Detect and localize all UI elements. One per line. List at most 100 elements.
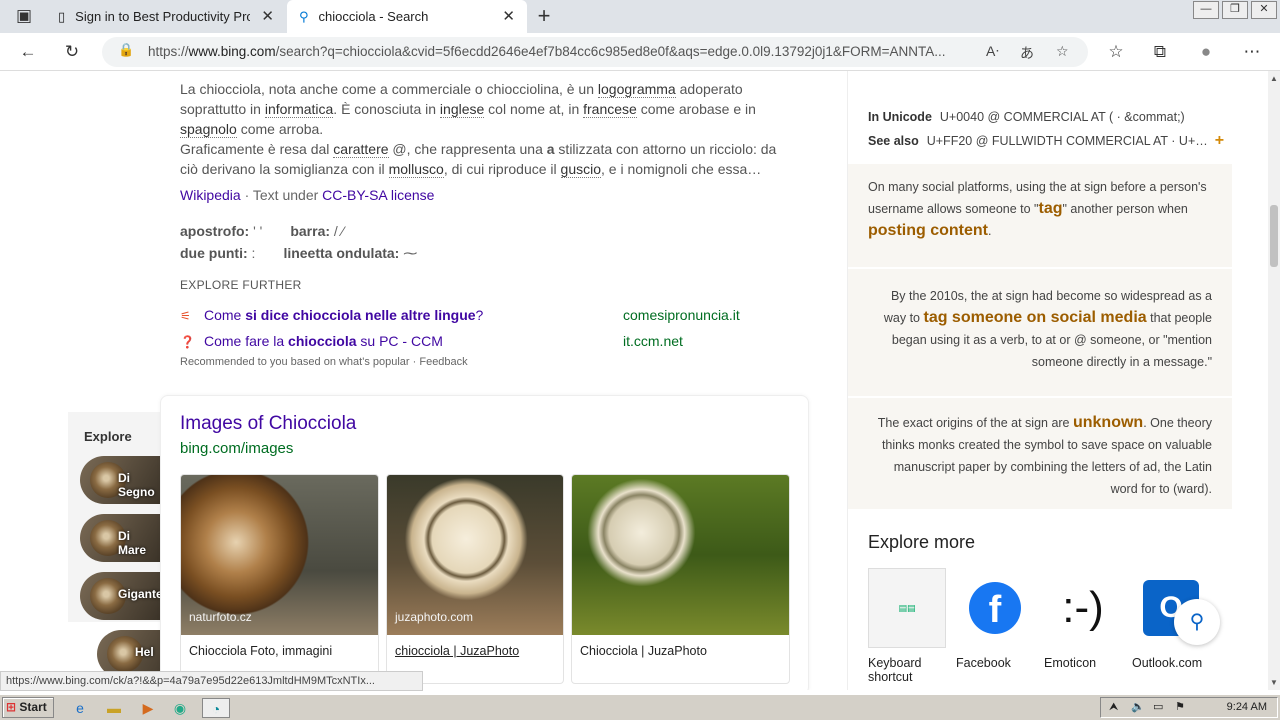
scroll-up-icon[interactable]: ▲ [1268,74,1280,83]
image-caption: Chiocciola Foto, immagini [189,644,333,658]
see-also-label: See also [868,134,919,148]
page-content: La chiocciola, nota anche come a commerc… [0,71,1268,690]
tab-bar: ▣ ▯ Sign in to Best Productivity Provi ✕… [0,0,1280,33]
close-window-icon[interactable]: ✕ [1251,1,1277,19]
link-logogramma[interactable]: logogramma [597,81,676,98]
tab-actions-icon[interactable]: ▣ [12,4,36,28]
fact-highlight[interactable]: unknown [1073,414,1143,431]
fact-card-1: On many social platforms, using the at s… [848,164,1232,268]
refresh-icon[interactable]: ↻ [60,40,84,64]
link-guscio[interactable]: guscio [560,161,601,178]
address-url[interactable]: https://www.bing.com/search?q=chiocciola… [148,44,978,59]
translate-icon[interactable]: あ [1020,43,1034,63]
link-inglese[interactable]: inglese [439,101,485,118]
explore-more-item[interactable]: f Facebook [956,568,1040,670]
wiki-source: Wikipedia · Text under CC-BY-SA license [180,187,435,203]
favorites-icon[interactable]: ☆ [1104,40,1128,64]
explore-item[interactable]: Gigante [80,572,160,620]
read-aloud-icon[interactable]: Aᐧ [986,43,999,60]
tab-sign-in[interactable]: ▯ Sign in to Best Productivity Provi ✕ [46,0,286,33]
explore-source-2[interactable]: it.ccm.net [623,333,683,349]
fact-label: lineetta ondulata: [283,245,400,261]
fact-label: apostrofo: [180,223,250,239]
explore-more-label: Keyboard shortcut [868,656,922,684]
images-source[interactable]: bing.com/images [180,440,293,457]
explore-item[interactable]: Di Segno [80,456,160,504]
explore-item-label: Hel [135,645,154,659]
more-menu-icon[interactable]: ⋯ [1240,40,1264,64]
chrome-icon[interactable]: ◉ [170,698,190,718]
fact-highlight[interactable]: tag someone on social media [923,309,1146,326]
clock: 9:24 AM [1226,701,1267,713]
help-icon: ❓ [180,335,195,349]
back-icon[interactable]: ← [16,40,40,64]
address-bar[interactable]: 🔒 https://www.bing.com/search?q=chioccio… [102,37,1088,67]
scroll-down-icon[interactable]: ▼ [1268,678,1280,687]
close-tab-icon[interactable]: ✕ [502,7,515,25]
images-title[interactable]: Images of Chiocciola [180,413,356,435]
tray-arrow-icon[interactable]: ⮝ [1109,698,1118,717]
keyboard-shortcut-thumbnail: ▤▤ [868,568,946,648]
fact-highlight[interactable]: posting content [868,222,988,239]
image-caption: Chiocciola | JuzaPhoto [580,644,707,658]
explore-item[interactable]: Di Mare [80,514,160,562]
close-tab-icon[interactable]: ✕ [261,7,274,25]
wikipedia-link[interactable]: Wikipedia [180,187,241,203]
wiki-paragraph-2: Graficamente è resa dal carattere @, che… [180,141,777,178]
link-a[interactable]: a [547,141,555,157]
images-card: Images of Chiocciola bing.com/images nat… [160,395,809,690]
image-result[interactable]: naturfoto.cz Chiocciola Foto, immagini [180,474,379,684]
expand-plus-icon[interactable]: + [1215,132,1224,149]
start-button[interactable]: ⊞ Start [2,697,54,718]
wiki-paragraph-1: La chiocciola, nota anche come a commerc… [180,81,756,138]
image-caption: chiocciola | JuzaPhoto [395,644,520,658]
license-link[interactable]: CC-BY-SA license [322,187,434,203]
image-result[interactable]: Chiocciola | JuzaPhoto [571,474,790,684]
explore-link-1[interactable]: ⚟ Come si dice chiocciola nelle altre lin… [180,307,483,323]
search-icon[interactable]: ⚲ [1174,599,1220,645]
maximize-icon[interactable]: ❐ [1222,1,1248,19]
facebook-icon: f [956,568,1034,648]
fact-highlight[interactable]: tag [1039,200,1063,217]
network-icon[interactable]: ▭ [1153,698,1163,717]
media-player-icon[interactable]: ▶ [138,698,158,718]
taskbar: ⊞ Start e ▬ ▶ ◉ ◔ ⮝ 🔈 ▭ ⚑ 9:24 AM [0,694,1280,720]
add-favorite-icon[interactable]: ☆ [1056,43,1069,60]
folder-icon[interactable]: ▬ [104,698,124,718]
profile-avatar[interactable]: ● [1194,40,1218,64]
volume-icon[interactable]: 🔈 [1131,698,1145,717]
link-spagnolo[interactable]: spagnolo [180,121,237,138]
link-mollusco[interactable]: mollusco [388,161,444,178]
image-result[interactable]: juzaphoto.com chiocciola | JuzaPhoto [386,474,564,684]
scrollbar[interactable] [1268,71,1280,690]
new-tab-button[interactable]: + [532,4,556,28]
flag-icon[interactable]: ⚑ [1175,698,1185,717]
fact-value: : [247,245,256,261]
minimize-icon[interactable]: — [1193,1,1219,19]
explore-source-1[interactable]: comesipronuncia.it [623,307,740,323]
system-tray: ⮝ 🔈 ▭ ⚑ 9:24 AM [1100,697,1278,718]
explore-item-label: Di Segno [118,471,155,499]
browser-toolbar: ← ↻ 🔒 https://www.bing.com/search?q=chio… [0,33,1280,71]
ie-icon[interactable]: e [70,698,90,718]
link-informatica[interactable]: informatica [264,101,334,118]
scrollbar-thumb[interactable] [1270,205,1278,267]
unicode-info: In Unicode U+0040 @ COMMERCIAL AT ( · &co… [868,105,1224,153]
explore-link-2[interactable]: ❓ Come fare la chiocciola su PC - CCM [180,333,443,349]
image-watermark: juzaphoto.com [395,610,474,624]
start-label: Start [19,700,47,714]
emoticon-icon: :-) [1062,583,1104,632]
recommendation-note: Recommended to you based on what's popul… [180,356,468,368]
explore-more-item[interactable]: :-) Emoticon [1044,568,1128,670]
explore-more-item[interactable]: ▤▤ Keyboard shortcut [868,568,952,684]
collections-icon[interactable]: ⧉ [1148,40,1172,64]
lock-icon[interactable]: 🔒 [118,42,134,58]
snail-image [572,475,789,635]
tab-title: Sign in to Best Productivity Provi [75,9,251,24]
pronunciation-icon: ⚟ [180,309,191,323]
tab-chiocciola-search[interactable]: ⚲ chiocciola - Search ✕ [287,0,527,33]
link-carattere[interactable]: carattere [333,141,389,158]
link-francese[interactable]: francese [583,101,637,118]
edge-icon[interactable]: ◔ [202,698,230,718]
fact-value: / ⁄ [330,223,345,239]
